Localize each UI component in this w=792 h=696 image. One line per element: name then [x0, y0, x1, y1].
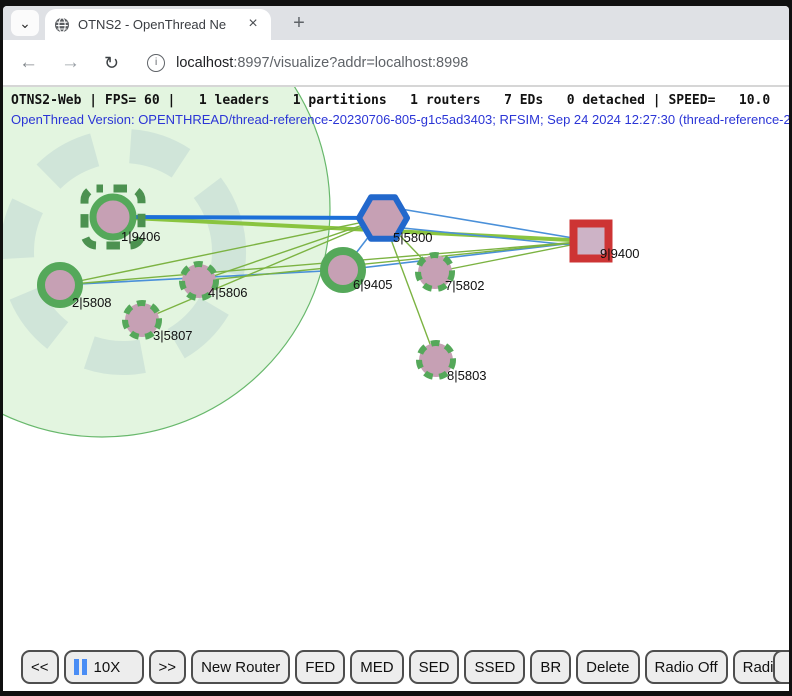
screenshot-frame: ⌄ OTNS2 - OpenThread Ne × + ← → — [0, 0, 792, 696]
favicon-globe-icon — [54, 17, 70, 33]
url-path: :8997/visualize?addr=localhost:8998 — [233, 55, 468, 71]
url-field[interactable]: localhost:8997/visualize?addr=localhost:… — [176, 55, 468, 71]
browser-window: ⌄ OTNS2 - OpenThread Ne × + ← → — [3, 6, 789, 691]
toolbar-button-fed[interactable]: FED — [295, 650, 345, 684]
plus-icon: + — [293, 12, 305, 35]
toolbar-button-radio-off[interactable]: Radio Off — [645, 650, 728, 684]
toolbar-button-br[interactable]: BR — [530, 650, 571, 684]
site-info-icon[interactable]: i — [147, 54, 165, 72]
tab-otns2[interactable]: OTNS2 - OpenThread Ne × — [45, 9, 271, 40]
toolbar-button-partial[interactable] — [773, 650, 789, 684]
toolbar-button-delete[interactable]: Delete — [576, 650, 639, 684]
pause-icon — [74, 659, 87, 675]
toolbar-button-step-back[interactable]: << — [21, 650, 59, 684]
action-toolbar: <<10X>>New RouterFEDMEDSEDSSEDBRDeleteRa… — [21, 650, 789, 684]
toolbar-button-sed[interactable]: SED — [409, 650, 460, 684]
network-canvas[interactable]: 1|9406 2|5808 3|5807 4|5806 5|5800 6|9405 7|58… — [3, 87, 789, 653]
node-label-6-9405: 6|9405 — [353, 277, 393, 292]
tab-close-icon[interactable]: × — [244, 16, 262, 34]
node-label-5-5800: 5|5800 — [393, 230, 433, 245]
toolbar-button-speed[interactable]: 10X — [64, 650, 144, 684]
node-label-7-5802: 7|5802 — [445, 278, 485, 293]
tab-title: OTNS2 - OpenThread Ne — [78, 17, 236, 32]
reload-icon[interactable]: ↻ — [104, 54, 119, 72]
toolbar-button-ssed[interactable]: SSED — [464, 650, 525, 684]
node-label-3-5807: 3|5807 — [153, 328, 193, 343]
chevron-down-icon: ⌄ — [19, 15, 31, 32]
tab-strip: ⌄ OTNS2 - OpenThread Ne × + — [3, 6, 789, 40]
toolbar-button-med[interactable]: MED — [350, 650, 403, 684]
tab-search-button[interactable]: ⌄ — [11, 10, 39, 36]
url-host: localhost — [176, 55, 233, 71]
node-label-4-5806: 4|5806 — [208, 285, 248, 300]
link-19406-55800 — [113, 217, 383, 218]
node-label-2-5808: 2|5808 — [72, 295, 112, 310]
stats-line: OTNS2-Web | FPS= 60 | 1 leaders 1 partit… — [11, 93, 770, 108]
toolbar-button-new-router[interactable]: New Router — [191, 650, 290, 684]
address-bar: ← → ↻ i localhost:8997/visualize?addr=lo… — [3, 40, 789, 85]
version-line: OpenThread Version: OPENTHREAD/thread-re… — [11, 112, 789, 127]
back-icon[interactable]: ← — [19, 53, 38, 72]
toolbar-button-step-forward[interactable]: >> — [149, 650, 187, 684]
node-label-9-9400: 9|9400 — [600, 246, 640, 261]
node-label-1-9406: 1|9406 — [121, 229, 161, 244]
otns-page: 1|9406 2|5808 3|5807 4|5806 5|5800 6|9405 7|58… — [3, 87, 789, 691]
forward-icon[interactable]: → — [61, 53, 80, 72]
node-label-8-5803: 8|5803 — [447, 368, 487, 383]
new-tab-button[interactable]: + — [286, 10, 312, 36]
